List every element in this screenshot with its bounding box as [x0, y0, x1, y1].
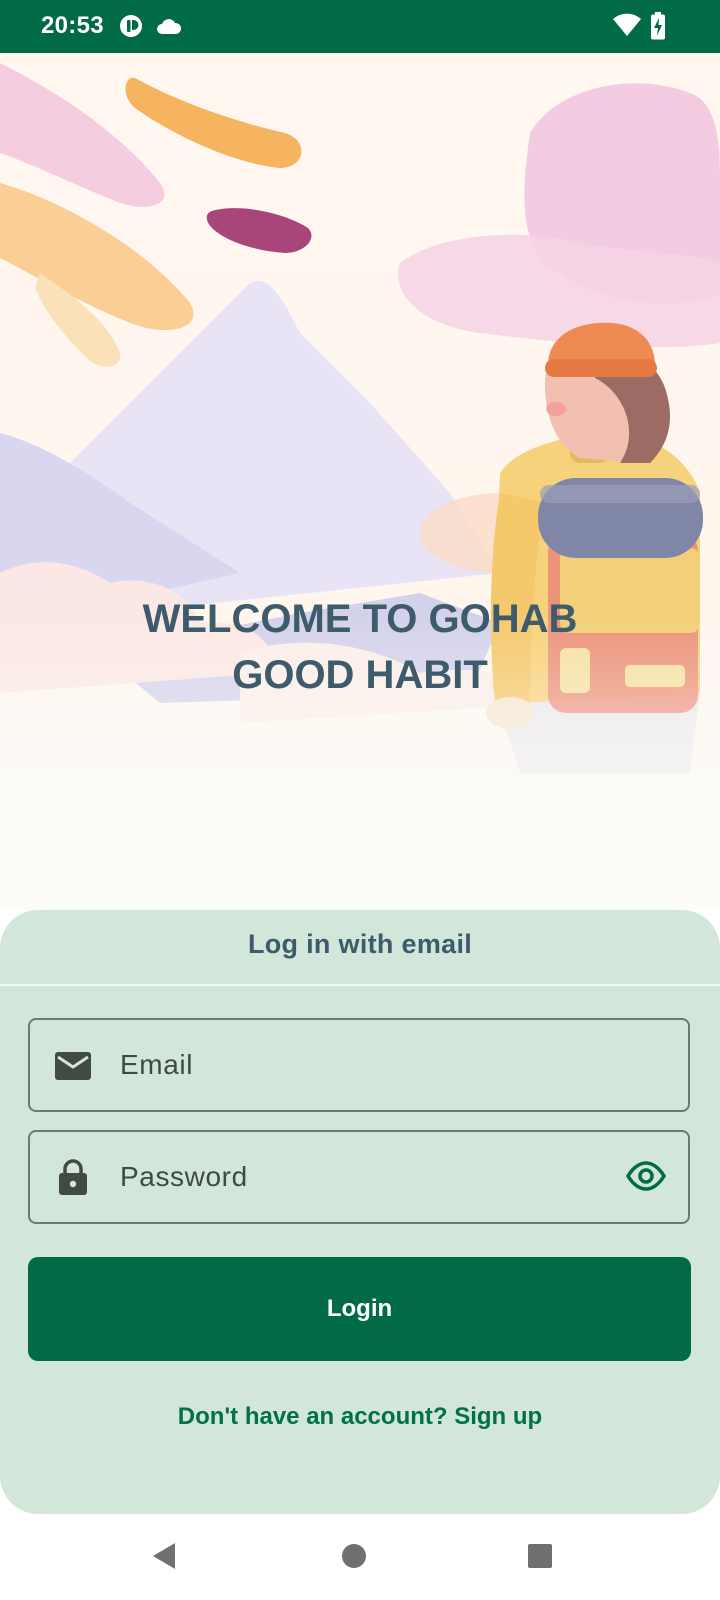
login-sheet-title: Log in with email — [247, 929, 473, 959]
signup-link[interactable]: Don't have an account? Sign up — [0, 1402, 720, 1432]
welcome-title: WELCOME TO GOHAB GOOD HABIT — [0, 591, 720, 703]
navigation-bar — [0, 1514, 720, 1600]
cloud-icon — [157, 19, 182, 34]
recents-icon[interactable] — [527, 1543, 553, 1569]
password-field[interactable]: Password — [28, 1130, 690, 1224]
email-field[interactable]: Email — [28, 1018, 690, 1112]
welcome-title-line2: GOOD HABIT — [232, 653, 488, 697]
email-placeholder: Email — [120, 1049, 194, 1080]
email-icon — [55, 1052, 91, 1080]
password-placeholder: Password — [120, 1161, 248, 1192]
hero-illustration: WELCOME TO GOHAB GOOD HABIT — [0, 53, 720, 910]
show-password-eye-icon[interactable] — [626, 1161, 666, 1191]
status-time: 20:53 — [41, 12, 104, 39]
divider — [0, 984, 720, 986]
home-icon[interactable] — [341, 1543, 367, 1569]
welcome-title-line1: WELCOME TO GOHAB — [142, 597, 578, 641]
login-button[interactable]: Login — [28, 1257, 691, 1361]
lock-icon — [59, 1159, 87, 1195]
app-notification-icon — [120, 15, 142, 37]
status-bar: 20:53 — [0, 0, 720, 53]
back-icon[interactable] — [151, 1541, 177, 1571]
battery-charging-icon — [651, 12, 665, 40]
hiker-mountain-illustration — [0, 53, 720, 910]
wifi-icon — [613, 13, 641, 36]
